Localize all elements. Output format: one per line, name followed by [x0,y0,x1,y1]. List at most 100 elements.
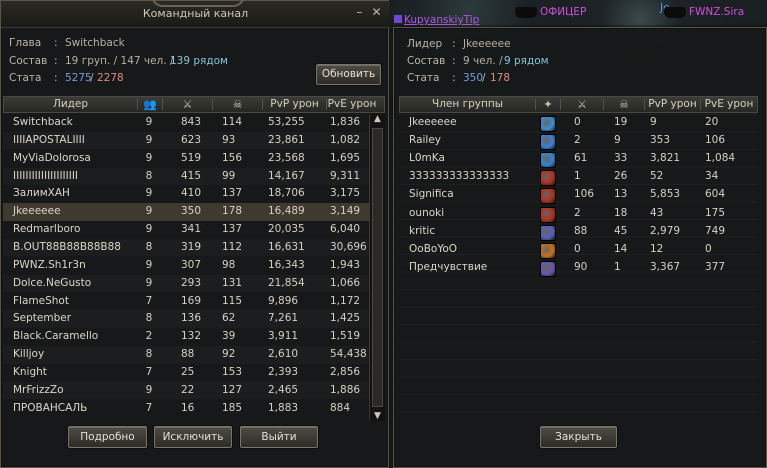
table-row[interactable]: Killjoy 8 88 92 2,610 54,438 [3,346,369,364]
cell-kills: 307 [181,258,202,271]
scroll-down-icon[interactable]: ▼ [370,411,385,421]
cell-member-name: Jkeeeeee [409,116,457,128]
table-row[interactable]: FlameShot 7 169 115 9,896 1,172 [3,293,369,311]
table-row[interactable]: Redmarlboro 9 341 137 20,035 6,040 [3,221,369,239]
table-row[interactable]: Jkeeeeee 0 19 9 20 [399,114,758,132]
window-titlebar[interactable]: Командный канал – ✕ [1,0,390,28]
cell-members: 2 [145,330,153,343]
cell-deaths: 153 [222,365,243,378]
table-row[interactable]: MyViaDolorosa 9 519 156 23,568 1,695 [3,150,369,168]
cell-deaths: 18 [614,206,628,219]
col-pve-damage[interactable]: PvE урон [327,97,377,112]
skull-icon: ☠ [232,98,243,111]
cell-pve: 175 [705,206,726,219]
cell-leader-name: PWNZ.Sh1r3n [13,258,86,271]
close-icon[interactable]: ✕ [370,6,383,19]
col-pvp-damage[interactable]: PvP урон [263,97,326,112]
cell-pve: 377 [705,260,726,273]
cell-pvp: 3,367 [650,260,681,273]
cell-pvp: 3,911 [268,330,299,343]
colon: : [54,37,58,49]
class-icon [540,260,556,277]
table-row[interactable]: September 8 136 62 7,261 1,425 [3,310,369,328]
table-row[interactable]: IIIIIIIIIIIIIIIIIIIII 8 415 99 14,167 9,311 [3,168,369,186]
table-row[interactable]: B.OUT88B88B88B88 8 319 112 16,631 30,696 [3,239,369,257]
col-kills[interactable]: ⚔ [163,97,212,112]
cell-members: 8 [145,348,153,361]
cell-kills: 2 [574,206,581,219]
table-row[interactable]: Dolce.NeGusto 9 293 131 21,854 1,066 [3,275,369,293]
col-class[interactable]: ✦ [536,97,560,112]
cell-pve: 1,082 [330,133,361,146]
table-row[interactable]: ounoki 2 18 43 175 [399,205,758,223]
minimize-icon[interactable]: – [353,6,366,19]
table-row[interactable]: Switchback 9 843 114 53,255 1,836 [3,114,369,132]
cell-kills: 341 [181,223,202,236]
table-row[interactable]: Jkeeeeee 9 350 178 16,489 3,149 [3,203,369,221]
table-row[interactable]: OoBoYoO 0 14 12 0 [399,241,758,259]
cell-deaths: 98 [222,258,236,271]
cell-deaths: 14 [614,242,628,255]
cell-kills: 169 [181,294,202,307]
cell-leader-name: FlameShot [13,294,69,307]
table-row[interactable]: ЗалимХАН 9 410 137 18,706 3,175 [3,185,369,203]
cell-pvp: 353 [650,134,671,147]
table-row[interactable]: L0mKa 61 33 3,821 1,084 [399,150,758,169]
table-row[interactable]: Black.Caramello 2 132 39 3,911 1,519 [3,328,369,346]
cell-kills: 1 [574,170,581,183]
party-members-icon: 👥 [143,98,157,111]
cell-leader-name: Knight [13,365,47,378]
nameplate-officer[interactable]: ОФИЦЕР [515,6,586,18]
refresh-button[interactable]: Обновить [316,64,381,85]
nameplate-fwnz[interactable]: FWNZ.Sira [664,6,744,18]
exclude-button[interactable]: Исключить [154,426,232,448]
scrollbar-thumb[interactable] [372,128,383,407]
cell-deaths: 114 [222,116,243,128]
cell-deaths: 93 [222,133,236,146]
table-row[interactable]: ПРОВАНСАЛЬ 7 16 185 1,883 884 [3,400,369,418]
stats-label: Стата [9,72,42,84]
cell-member-name: ounoki [409,206,445,219]
col-deaths[interactable]: ☠ [604,97,644,112]
cell-pve: 884 [330,401,351,414]
scroll-up-icon[interactable]: ▲ [370,114,385,124]
skull-icon: ☠ [619,98,629,111]
col-member[interactable]: Член группы [400,97,535,112]
cell-pve: 1,084 [705,152,736,165]
table-row[interactable]: IIIIAPOSTALIIII 9 623 93 23,861 1,082 [3,132,369,150]
command-channel-window: Командный канал – ✕ Глава : Switchback С… [0,0,390,468]
table-row[interactable]: MrFrizzZo 9 22 127 2,465 1,886 [3,382,369,400]
col-members[interactable]: 👥 [138,97,162,112]
col-kills[interactable]: ⚔ [561,97,603,112]
cell-kills: 106 [574,188,595,201]
scrollbar[interactable]: ▲ ▼ [369,114,385,421]
nameplate-player[interactable]: KupyanskiyTip [394,14,479,26]
cell-pvp: 2,465 [268,383,299,396]
close-button[interactable]: Закрыть [540,426,617,448]
cell-leader-name: MrFrizzZo [13,383,64,396]
table-row[interactable]: Significa 106 13 5,853 604 [399,186,758,205]
col-pvp-damage[interactable]: PvP урон [645,97,700,112]
col-pve-damage[interactable]: PvE урон [701,97,757,112]
cell-deaths: 127 [222,383,243,396]
table-row[interactable]: 333333333333333 1 26 52 34 [399,168,758,187]
table-row[interactable]: Railey 2 9 353 106 [399,132,758,151]
cell-kills: 0 [574,116,581,128]
table-row[interactable]: Предчувствие 90 1 3,367 377 [399,259,758,277]
cell-deaths: 112 [222,240,243,253]
cell-leader-name: ЗалимХАН [13,187,70,200]
cell-leader-name: Redmarlboro [13,223,81,236]
cell-pve: 1,836 [330,116,361,128]
cell-deaths: 62 [222,312,236,325]
table-row[interactable]: kritic 88 45 2,979 749 [399,223,758,241]
cell-kills: 410 [181,187,202,200]
details-button[interactable]: Подробно [68,426,147,448]
cell-member-name: Significa [409,188,454,201]
composition-value: 9 чел. / [463,55,503,67]
class-icon: ✦ [543,98,553,111]
exit-button[interactable]: Выйти [240,426,318,448]
col-deaths[interactable]: ☠ [213,97,262,112]
table-row[interactable]: Knight 7 25 153 2,393 2,856 [3,364,369,382]
table-row[interactable]: PWNZ.Sh1r3n 9 307 98 16,343 1,943 [3,257,369,275]
col-leader[interactable]: Лидер [4,97,137,112]
